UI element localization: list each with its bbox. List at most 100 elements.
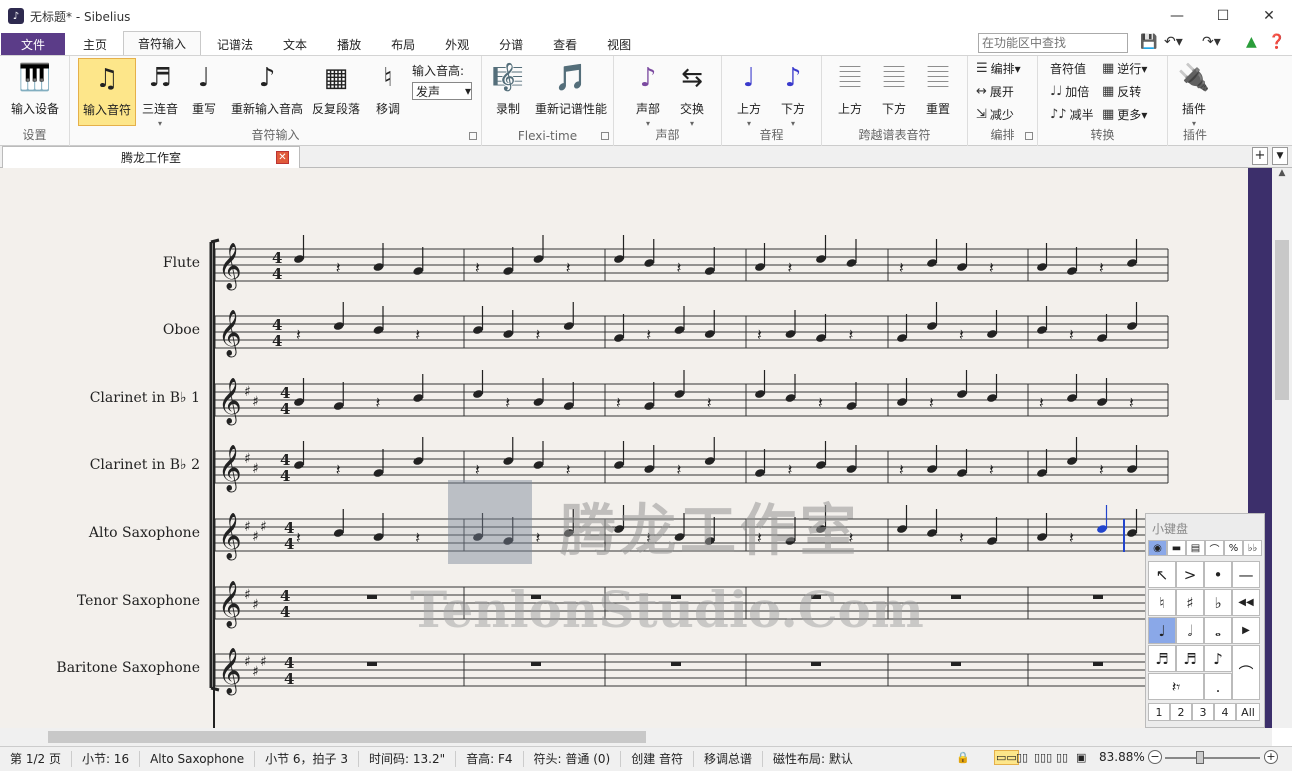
close-button[interactable]: ✕	[1246, 0, 1292, 32]
keypad-sixteenth-note-icon[interactable]: ♬	[1148, 645, 1176, 672]
tab-file[interactable]: 文件	[1, 33, 65, 55]
expand-button[interactable]: ↔ 展开	[976, 83, 1014, 100]
instrument-name[interactable]: Tenor Saxophone	[77, 593, 200, 609]
swap-button[interactable]: ⇆ 交换 ▾	[674, 58, 710, 128]
close-tab-icon[interactable]: ✕	[276, 151, 289, 164]
keypad-layout-notes-icon[interactable]: ▬	[1167, 540, 1186, 556]
view-vertical-icon[interactable]: ▯▯	[1056, 751, 1068, 764]
add-tab-button[interactable]: +	[1252, 147, 1268, 165]
double-button[interactable]: ♩♩ 加倍	[1050, 83, 1089, 100]
horizontal-scrollbar[interactable]	[0, 728, 1272, 746]
keypad-tab-1[interactable]: 1	[1148, 703, 1170, 721]
tab-home[interactable]: 主页	[69, 33, 121, 55]
view-fullscreen-icon[interactable]: ▣	[1076, 751, 1086, 764]
reduce-button[interactable]: ⇲ 减少	[976, 106, 1014, 123]
more-button[interactable]: ▦ 更多 ▾	[1102, 106, 1147, 123]
cross-staff-below-button[interactable]: 𝄚 下方	[878, 58, 910, 117]
keypad-layout-jazz-icon[interactable]: %	[1224, 540, 1243, 556]
horizontal-scroll-thumb[interactable]	[48, 731, 646, 743]
tab-review[interactable]: 查看	[539, 33, 591, 55]
keypad-tab-2[interactable]: 2	[1170, 703, 1192, 721]
minimize-ribbon-icon[interactable]: ▲	[1246, 34, 1257, 50]
tab-layout[interactable]: 布局	[377, 33, 429, 55]
renotate-button[interactable]: 🎵 重新记谱性能	[534, 58, 608, 117]
tab-text[interactable]: 文本	[269, 33, 321, 55]
triplets-button[interactable]: ♬ 三连音 ▾	[140, 58, 180, 128]
view-panorama-icon[interactable]: ▯▯▯	[1034, 751, 1052, 764]
help-icon[interactable]: ❓	[1268, 34, 1285, 50]
keypad-rewind-icon[interactable]: ◀◀	[1232, 589, 1260, 616]
keypad-layout-articulations-icon[interactable]: ⌒	[1205, 540, 1224, 556]
dialog-launcher-icon[interactable]	[469, 132, 477, 140]
score-view[interactable]: 𝄞 4 4 𝄽 𝄽 𝄽 𝄽 𝄽 𝄽 𝄽 𝄽 𝄞 4 4 𝄽 𝄽 𝄽 𝄽 𝄽 𝄽 𝄽 𝄽 𝄞 ♯ ♯ 4 4 𝄽 𝄽 𝄽 𝄽 𝄽 𝄽 𝄽 𝄽 𝄞 ♯ ♯ 4 4…	[0, 168, 1248, 728]
undo-icon[interactable]: ↶▾	[1164, 34, 1183, 50]
zoom-in-button[interactable]: +	[1264, 750, 1278, 764]
instrument-name[interactable]: Oboe	[163, 322, 200, 338]
instrument-name[interactable]: Flute	[163, 255, 200, 271]
keypad-tab-all[interactable]: All	[1236, 703, 1260, 721]
voice-button[interactable]: ♪ 声部 ▾	[632, 58, 664, 128]
tab-note-input[interactable]: 音符输入	[123, 31, 202, 55]
repeat-bars-button[interactable]: ▦ 反复段落	[310, 58, 362, 117]
keypad-layout-accidentals-icon[interactable]: ♭♭	[1243, 540, 1262, 556]
keypad-tenuto-icon[interactable]: —	[1232, 561, 1260, 588]
pitch-input-select[interactable]: 发声 ▾	[412, 82, 472, 100]
keypad-flat-icon[interactable]: ♭	[1204, 589, 1232, 616]
tab-appearance[interactable]: 外观	[431, 33, 483, 55]
record-button[interactable]: 🎼 录制	[490, 58, 526, 117]
interval-above-button[interactable]: ♩ 上方 ▾	[734, 58, 764, 128]
score-notation[interactable]: 𝄞 44 𝄽 𝄽 𝄽 𝄽 𝄽 𝄽 𝄽 𝄽𝄞 44 𝄽 𝄽 𝄽 𝄽 𝄽 𝄽 𝄽 𝄽𝄞 ♯♯ 44 𝄽 𝄽 𝄽 𝄽 𝄽 𝄽 𝄽 𝄽𝄞 ♯♯ 44…	[0, 168, 1248, 728]
minimize-button[interactable]: —	[1154, 0, 1200, 32]
keypad-layout-beams-icon[interactable]: ▤	[1186, 540, 1205, 556]
instrument-name[interactable]: Clarinet in B♭ 2	[90, 457, 200, 473]
lock-icon[interactable]: 🔒	[956, 751, 970, 764]
interval-below-button[interactable]: ♪ 下方 ▾	[778, 58, 808, 128]
zoom-slider[interactable]	[1165, 757, 1260, 759]
dialog-launcher-icon[interactable]	[1025, 132, 1033, 140]
rewrite-button[interactable]: ♩ 重写	[186, 58, 222, 117]
halve-button[interactable]: ♪♪ 减半	[1050, 106, 1094, 123]
transpose-button[interactable]: ♮ 移调	[368, 58, 408, 117]
keypad-eighth-note-icon[interactable]: ♪	[1204, 645, 1232, 672]
instrument-name[interactable]: Baritone Saxophone	[56, 660, 200, 676]
input-device-button[interactable]: 🎹 输入设备	[6, 58, 64, 117]
vertical-scroll-thumb[interactable]	[1275, 240, 1289, 400]
keypad-quarter-note-icon[interactable]: ♩	[1148, 617, 1176, 644]
keypad-staccato-icon[interactable]: •	[1204, 561, 1232, 588]
note-value-button[interactable]: 音符值	[1050, 60, 1086, 77]
reinput-pitches-button[interactable]: ♪ 重新输入音高	[228, 58, 306, 117]
keypad-natural-icon[interactable]: ♮	[1148, 589, 1176, 616]
zoom-out-button[interactable]: −	[1148, 750, 1162, 764]
dialog-launcher-icon[interactable]	[601, 132, 609, 140]
tab-view[interactable]: 视图	[593, 33, 645, 55]
maximize-button[interactable]: ☐	[1200, 0, 1246, 32]
zoom-slider-thumb[interactable]	[1196, 751, 1204, 764]
scroll-up-icon[interactable]: ▲	[1272, 168, 1292, 178]
input-notes-button[interactable]: ♫ 输入音符	[78, 58, 136, 126]
view-horizontal-icon[interactable]: ▯▯	[1016, 751, 1028, 764]
keypad-half-note-icon[interactable]: 𝅗𝅥	[1176, 617, 1204, 644]
plugins-button[interactable]: 🔌 插件 ▾	[1178, 58, 1210, 128]
cross-staff-above-button[interactable]: 𝄚 上方	[834, 58, 866, 117]
keypad-whole-note-icon[interactable]: 𝅝	[1204, 617, 1232, 644]
tab-parts[interactable]: 分谱	[485, 33, 537, 55]
keypad-tie-icon[interactable]: ⌒	[1232, 645, 1260, 700]
keypad-thirtysecond-note-icon[interactable]: ♬	[1176, 645, 1204, 672]
sibelius-app-icon[interactable]: ♪	[8, 8, 24, 24]
ribbon-search-input[interactable]	[978, 33, 1128, 53]
keypad-sharp-icon[interactable]: ♯	[1176, 589, 1204, 616]
instrument-name[interactable]: Alto Saxophone	[89, 525, 200, 541]
cross-staff-reset-button[interactable]: 𝄚 重置	[922, 58, 954, 117]
save-icon[interactable]: 💾	[1140, 34, 1157, 50]
document-tab[interactable]: 腾龙工作室 ✕	[2, 146, 300, 168]
keypad-layout-common-icon[interactable]: ◉	[1148, 540, 1167, 556]
redo-icon[interactable]: ↷▾	[1202, 34, 1221, 50]
keypad-dot-icon[interactable]: .	[1204, 673, 1232, 700]
invert-button[interactable]: ▦ 反转	[1102, 83, 1141, 100]
keypad-cursor-icon[interactable]: ↖	[1148, 561, 1176, 588]
tab-notations[interactable]: 记谱法	[203, 33, 267, 55]
retrograde-button[interactable]: ▦ 逆行 ▾	[1102, 60, 1147, 77]
instrument-name[interactable]: Clarinet in B♭ 1	[90, 390, 200, 406]
keypad-accent-icon[interactable]: >	[1176, 561, 1204, 588]
keypad-play-icon[interactable]: ▶	[1232, 617, 1260, 644]
